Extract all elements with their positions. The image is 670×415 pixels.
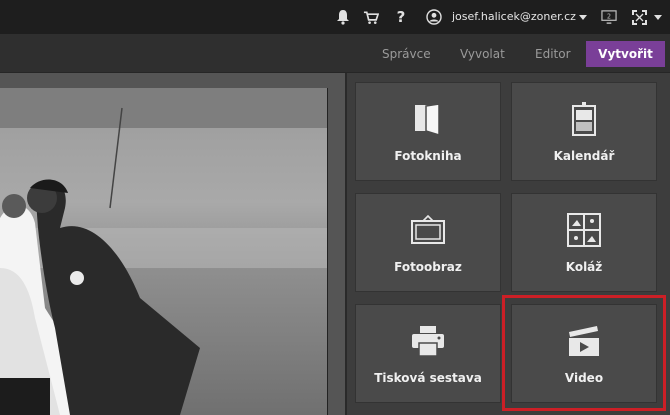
tab-vyvolat[interactable]: Vyvolat — [450, 41, 515, 67]
user-icon[interactable] — [426, 9, 442, 25]
highlight-box — [502, 295, 666, 411]
canvas-print-icon — [356, 212, 500, 248]
create-tile-kalendar[interactable]: Kalendář — [511, 82, 657, 181]
account-email[interactable]: josef.halicek@zoner.cz — [452, 10, 576, 23]
monitor-icon[interactable]: 2 — [601, 9, 617, 25]
collage-icon — [512, 212, 656, 248]
create-tile-label: Koláž — [565, 260, 603, 274]
tab-spravce[interactable]: Správce — [372, 41, 441, 67]
create-tile-label: Tisková sestava — [374, 371, 482, 385]
cart-icon[interactable] — [363, 9, 379, 25]
create-tile-label: Fotokniha — [394, 149, 462, 163]
help-icon[interactable]: ? — [393, 8, 409, 26]
calendar-icon — [512, 101, 656, 137]
svg-text:2: 2 — [607, 12, 611, 20]
tab-vytvorit[interactable]: Vytvořit — [586, 41, 665, 67]
photobook-icon — [356, 101, 500, 137]
account-menu-caret-icon[interactable] — [579, 15, 587, 20]
create-tile-label: Fotoobraz — [394, 260, 462, 274]
photo-preview — [0, 88, 328, 415]
create-tile-kolaz[interactable]: Koláž — [511, 193, 657, 292]
fullscreen-icon[interactable] — [631, 9, 647, 25]
bell-icon[interactable] — [335, 9, 351, 25]
create-tile-fotoobraz[interactable]: Fotoobraz — [355, 193, 501, 292]
create-tile-label: Kalendář — [553, 149, 615, 163]
printer-icon — [356, 323, 500, 359]
create-tile-fotokniha[interactable]: Fotokniha — [355, 82, 501, 181]
fullscreen-caret-icon[interactable] — [654, 15, 662, 20]
create-tile-tiskova-sestava[interactable]: Tisková sestava — [355, 304, 501, 403]
tab-editor[interactable]: Editor — [525, 41, 581, 67]
